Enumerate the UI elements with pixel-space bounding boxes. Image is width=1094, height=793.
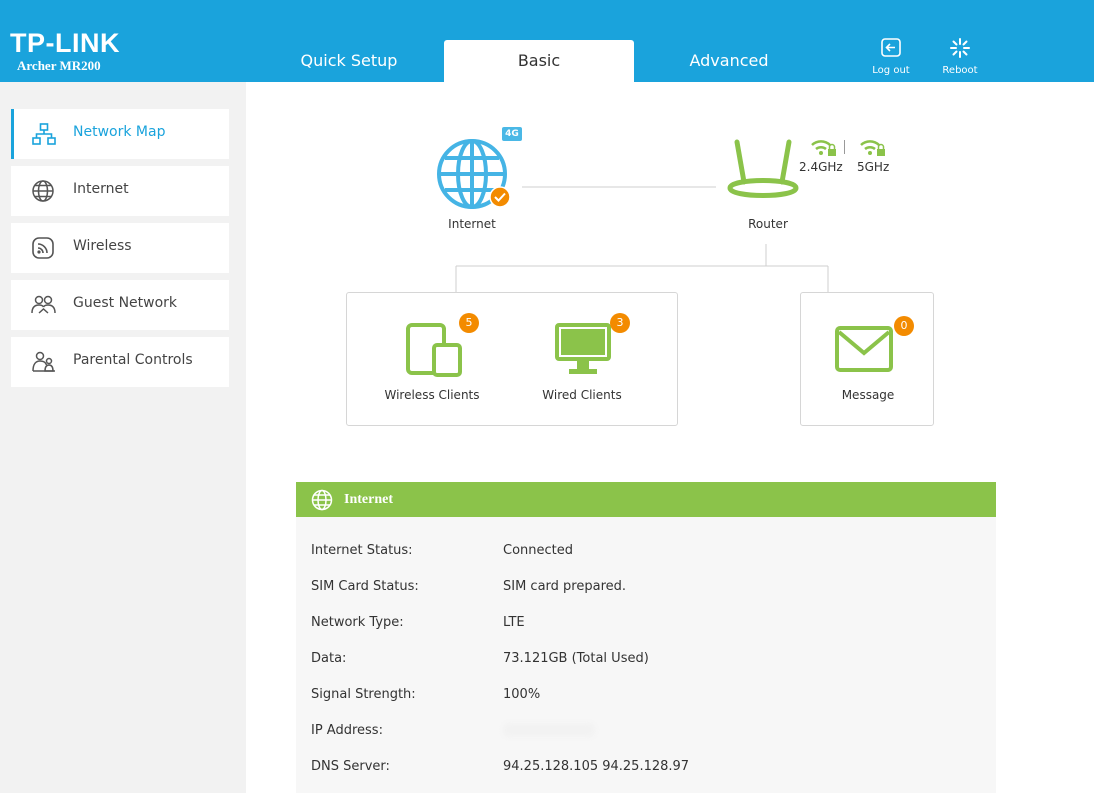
band-24ghz-label: 2.4GHz — [799, 160, 843, 174]
sidebar-item-label: Parental Controls — [73, 352, 193, 368]
wired-clients-button[interactable] — [555, 323, 611, 377]
tab-quick-setup[interactable]: Quick Setup — [254, 40, 444, 82]
envelope-icon — [835, 326, 893, 372]
globe-icon — [311, 489, 333, 511]
status-key: IP Address: — [311, 723, 383, 738]
status-value: LTE — [503, 615, 525, 630]
logout-icon — [881, 38, 901, 57]
parental-controls-icon — [32, 351, 55, 372]
sidebar-item-internet[interactable]: Internet — [11, 166, 229, 216]
message-label: Message — [841, 388, 895, 402]
reboot-icon — [950, 38, 970, 58]
ip-address-redacted — [503, 723, 595, 741]
sidebar-item-label: Network Map — [73, 124, 166, 140]
clients-box: 5 Wireless Clients 3 Wired Clients — [346, 292, 678, 426]
guest-network-icon — [31, 295, 56, 314]
band-5ghz-label: 5GHz — [857, 160, 890, 174]
router-node-label: Router — [748, 217, 788, 231]
wireless-icon — [32, 237, 54, 259]
globe-icon — [32, 180, 54, 202]
monitor-icon — [555, 323, 611, 374]
wifi-5ghz-lock-icon — [860, 140, 885, 156]
status-value: 94.25.128.105 94.25.128.97 — [503, 759, 690, 774]
sidebar-item-parental-controls[interactable]: Parental Controls — [11, 337, 229, 387]
wireless-clients-count: 5 — [459, 313, 479, 333]
tab-advanced[interactable]: Advanced — [634, 40, 824, 82]
sidebar-item-label: Wireless — [73, 238, 132, 254]
sidebar-item-label: Guest Network — [73, 295, 178, 311]
main-content: 4G Internet Router 2.4GHz 5GHz 5 Wireles… — [246, 82, 1094, 793]
tp-link-logo: TP-LINK — [10, 28, 120, 58]
internet-node[interactable] — [434, 136, 511, 212]
status-key: DNS Server: — [311, 759, 390, 774]
router-node[interactable] — [722, 138, 804, 208]
router-icon — [727, 139, 799, 198]
status-value: SIM card prepared. — [503, 579, 627, 594]
status-value: Connected — [503, 543, 574, 558]
status-key: Network Type: — [311, 615, 404, 630]
status-value: 100% — [503, 687, 541, 702]
wired-clients-count: 3 — [610, 313, 630, 333]
reboot-label: Reboot — [942, 65, 978, 76]
devices-icon — [406, 323, 462, 377]
status-key: Signal Strength: — [311, 687, 416, 702]
top-header: TP-LINK Archer MR200 Quick Setup Basic A… — [0, 0, 1094, 82]
sidebar: Network Map Internet Wireless Guest Netw… — [0, 82, 246, 793]
status-value: 73.121GB (Total Used) — [503, 651, 649, 666]
message-count: 0 — [894, 316, 914, 336]
model-name: Archer MR200 — [17, 58, 101, 73]
panel-header: Internet — [296, 482, 996, 517]
wifi-24ghz-lock-icon — [811, 140, 836, 156]
message-box: 0 Message — [800, 292, 934, 426]
sidebar-item-label: Internet — [73, 181, 129, 197]
status-key: SIM Card Status: — [311, 579, 419, 594]
status-key: Internet Status: — [311, 543, 413, 558]
wired-clients-label: Wired Clients — [542, 388, 622, 402]
badge-4g: 4G — [502, 127, 522, 141]
internet-node-label: Internet — [448, 217, 496, 231]
sidebar-item-wireless[interactable]: Wireless — [11, 223, 229, 273]
logout-button[interactable]: Log out — [861, 38, 921, 76]
panel-title: Internet — [344, 492, 393, 507]
reboot-button[interactable]: Reboot — [930, 38, 990, 76]
wireless-clients-button[interactable] — [405, 323, 465, 377]
tab-basic[interactable]: Basic — [444, 40, 634, 82]
logout-label: Log out — [872, 65, 910, 76]
internet-status-panel: Internet Internet Status: Connected SIM … — [296, 482, 996, 793]
status-key: Data: — [311, 651, 347, 666]
band-divider — [844, 140, 845, 154]
sidebar-item-guest-network[interactable]: Guest Network — [11, 280, 229, 330]
network-map-icon — [32, 123, 56, 145]
wireless-clients-label: Wireless Clients — [384, 388, 480, 402]
connected-check-icon — [489, 186, 511, 208]
sidebar-item-network-map[interactable]: Network Map — [11, 109, 229, 159]
message-button[interactable] — [835, 326, 893, 372]
